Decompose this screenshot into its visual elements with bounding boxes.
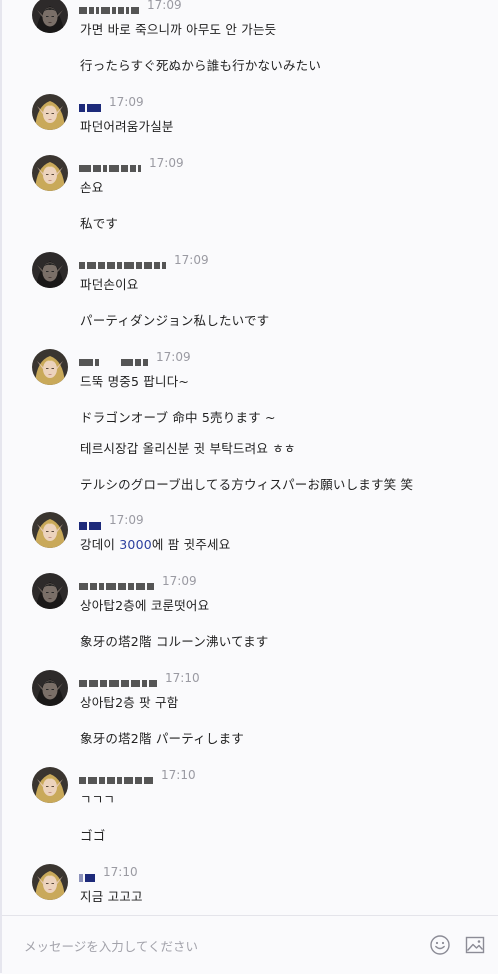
message-translation: 象牙の塔2階 コルーン沸いてます: [80, 634, 269, 649]
message-timestamp: 17:10: [103, 865, 138, 879]
message-translation: 私です: [80, 216, 119, 231]
redacted-username[interactable]: [79, 0, 141, 14]
message-translation: パーティダンジョン私したいです: [80, 313, 270, 328]
message-timestamp: 17:09: [109, 95, 144, 109]
message-text: ㄱㄱㄱ: [80, 792, 116, 807]
message-input[interactable]: [22, 932, 406, 960]
message-text: 강데이 3000에 팜 귓주세요: [80, 537, 231, 552]
chat-message-list[interactable]: 17:09 가면 바로 죽으니까 아무도 안 가는듯 行ったらすぐ死ぬから誰も行…: [0, 0, 498, 914]
message-text: 파던어려움가실분: [80, 119, 174, 134]
image-icon[interactable]: [464, 934, 486, 956]
message-text: 드뚝 명중5 팝니다~: [80, 374, 190, 389]
blonde-elf-avatar[interactable]: [32, 767, 68, 803]
message-composer: [2, 915, 498, 974]
message-timestamp: 17:09: [174, 253, 209, 267]
blonde-elf-avatar[interactable]: [32, 512, 68, 548]
message-timestamp: 17:10: [161, 768, 196, 782]
message-timestamp: 17:10: [165, 671, 200, 685]
message-text: 상아탑2층에 코룬떳어요: [80, 598, 210, 613]
message-text: 가면 바로 죽으니까 아무도 안 가는듯: [80, 22, 277, 37]
message-translation: 行ったらすぐ死ぬから誰も行かないみたい: [80, 58, 322, 73]
message-text: 지금 고고고: [80, 889, 143, 904]
message-translation: ドラゴンオーブ 命中 5売ります ~: [80, 410, 276, 425]
message-translation: テルシのグローブ出してる方ウィスパーお願いします笑 笑: [80, 477, 414, 492]
blonde-elf-avatar[interactable]: [32, 349, 68, 385]
message-text: 손요: [80, 180, 104, 195]
redacted-username[interactable]: [79, 576, 156, 590]
message-timestamp: 17:09: [162, 574, 197, 588]
message-translation: ゴゴ: [80, 828, 106, 843]
message-timestamp: 17:09: [156, 350, 191, 364]
redacted-username[interactable]: [79, 867, 97, 882]
message-text: 상아탑2층 팟 구함: [80, 695, 179, 710]
redacted-username[interactable]: [79, 158, 143, 172]
message-text: 파던손이요: [80, 277, 139, 292]
blonde-elf-avatar[interactable]: [32, 864, 68, 900]
message-translation: 象牙の塔2階 パーティします: [80, 731, 244, 746]
blonde-elf-avatar[interactable]: [32, 155, 68, 191]
redacted-username[interactable]: [79, 352, 150, 366]
dark-elf-avatar[interactable]: [32, 0, 68, 33]
blonde-elf-avatar[interactable]: [32, 94, 68, 130]
message-timestamp: 17:09: [149, 156, 184, 170]
dark-elf-avatar[interactable]: [32, 252, 68, 288]
redacted-username[interactable]: [79, 515, 103, 530]
redacted-username[interactable]: [79, 255, 168, 269]
message-timestamp: 17:09: [109, 513, 144, 527]
smiley-icon[interactable]: [429, 934, 451, 956]
message-timestamp: 17:09: [147, 0, 182, 12]
highlighted-number: 3000: [119, 537, 152, 552]
dark-elf-avatar[interactable]: [32, 573, 68, 609]
message-text: 테르시장갑 올리신분 귓 부탁드려요 ㅎㅎ: [80, 441, 296, 456]
dark-elf-avatar[interactable]: [32, 670, 68, 706]
redacted-username[interactable]: [79, 770, 155, 784]
redacted-username[interactable]: [79, 673, 159, 687]
redacted-username[interactable]: [79, 97, 103, 112]
